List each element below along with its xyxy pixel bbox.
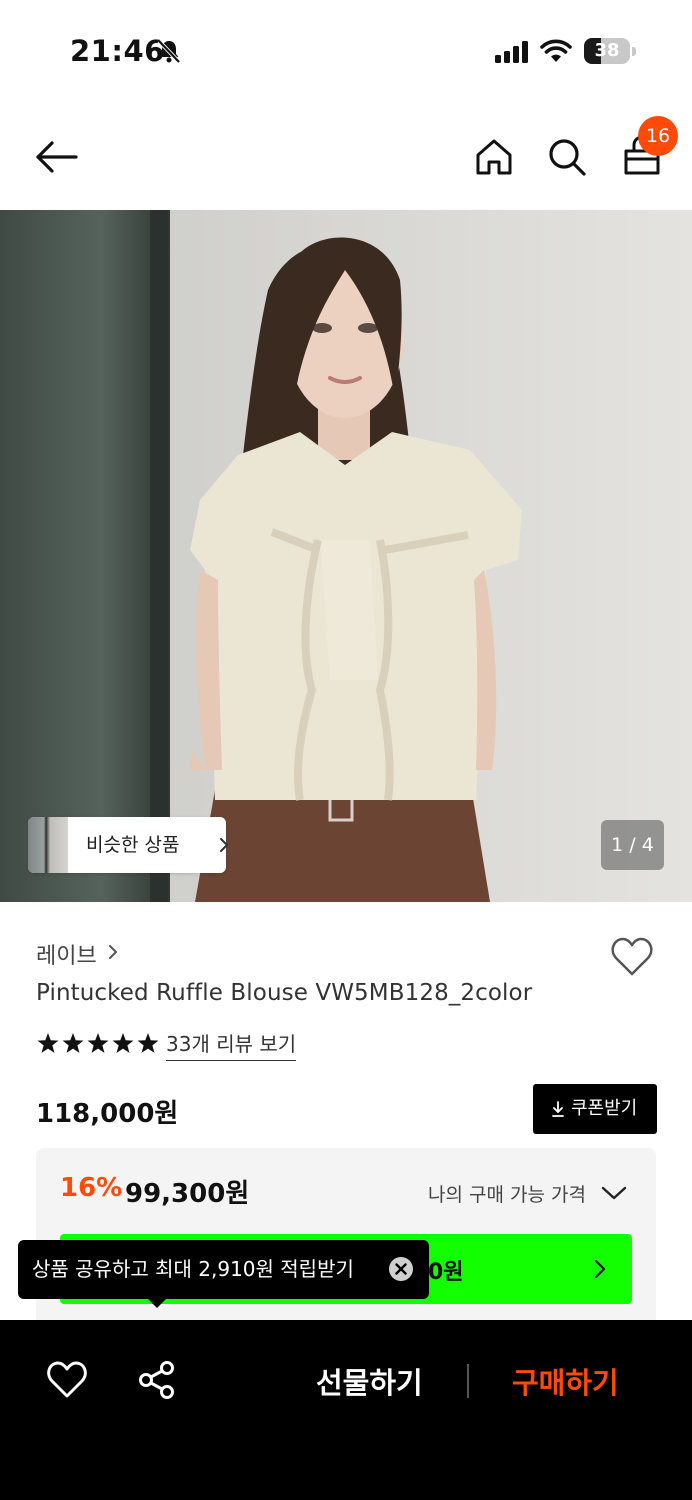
- heart-icon[interactable]: [46, 1360, 88, 1400]
- wifi-icon: [540, 39, 572, 62]
- original-price: 118,000원: [36, 1099, 179, 1129]
- gift-button[interactable]: 선물하기: [316, 1360, 423, 1402]
- image-page-indicator: 1 / 4: [601, 820, 664, 870]
- status-time: 21:46: [70, 34, 165, 68]
- download-icon: [552, 1101, 564, 1117]
- close-icon[interactable]: [389, 1257, 413, 1281]
- star-icon: [62, 1033, 84, 1053]
- my-price-toggle[interactable]: 나의 구매 가능 가격: [428, 1180, 586, 1207]
- status-bar: 21:46 38: [0, 0, 692, 100]
- buy-button[interactable]: 구매하기: [512, 1360, 619, 1402]
- similar-products-thumbnail: [28, 817, 68, 873]
- product-image[interactable]: [0, 210, 692, 902]
- chevron-right-icon: [220, 838, 228, 852]
- share-reward-text: 상품 공유하고 최대 2,910원 적립받기: [32, 1257, 354, 1281]
- home-icon[interactable]: [472, 135, 516, 179]
- product-photo-illustration: [0, 210, 692, 902]
- bell-muted-icon: [157, 39, 181, 64]
- star-icon: [137, 1033, 159, 1053]
- chevron-right-icon: [109, 945, 117, 959]
- back-arrow-icon[interactable]: [30, 135, 82, 179]
- battery-icon: 38: [584, 38, 636, 64]
- chevron-down-icon[interactable]: [600, 1184, 628, 1202]
- star-icon: [112, 1033, 134, 1053]
- cart-count-badge: 16: [638, 116, 678, 156]
- app-header: [0, 100, 692, 210]
- chevron-right-icon: [594, 1259, 606, 1279]
- brand-link[interactable]: 레이브: [36, 938, 97, 970]
- star-icon: [37, 1033, 59, 1053]
- similar-products-label: 비슷한 상품: [86, 834, 180, 856]
- star-icon: [87, 1033, 109, 1053]
- cellular-signal-icon: [495, 41, 528, 63]
- battery-level-text: 38: [594, 40, 620, 61]
- share-icon[interactable]: [138, 1360, 176, 1400]
- discount-price: 99,300원: [125, 1179, 250, 1209]
- similar-products-button[interactable]: 비슷한 상품: [28, 817, 228, 873]
- rating-stars: [37, 1033, 159, 1053]
- divider: [467, 1364, 469, 1398]
- tooltip-tail: [147, 1298, 167, 1308]
- product-title: Pintucked Ruffle Blouse VW5MB128_2color: [36, 980, 533, 1006]
- coupon-label: 쿠폰받기: [571, 1098, 638, 1119]
- bottom-action-bar: [0, 1320, 692, 1500]
- coupon-download-button[interactable]: 쿠폰받기: [533, 1084, 657, 1134]
- search-icon[interactable]: [545, 135, 589, 179]
- share-reward-tooltip: 상품 공유하고 최대 2,910원 적립받기: [18, 1240, 429, 1299]
- review-link[interactable]: 33개 리뷰 보기: [166, 1028, 297, 1061]
- benefit-banner-text: 0원: [428, 1260, 464, 1285]
- heart-icon[interactable]: [610, 936, 654, 978]
- discount-rate: 16%: [60, 1173, 123, 1203]
